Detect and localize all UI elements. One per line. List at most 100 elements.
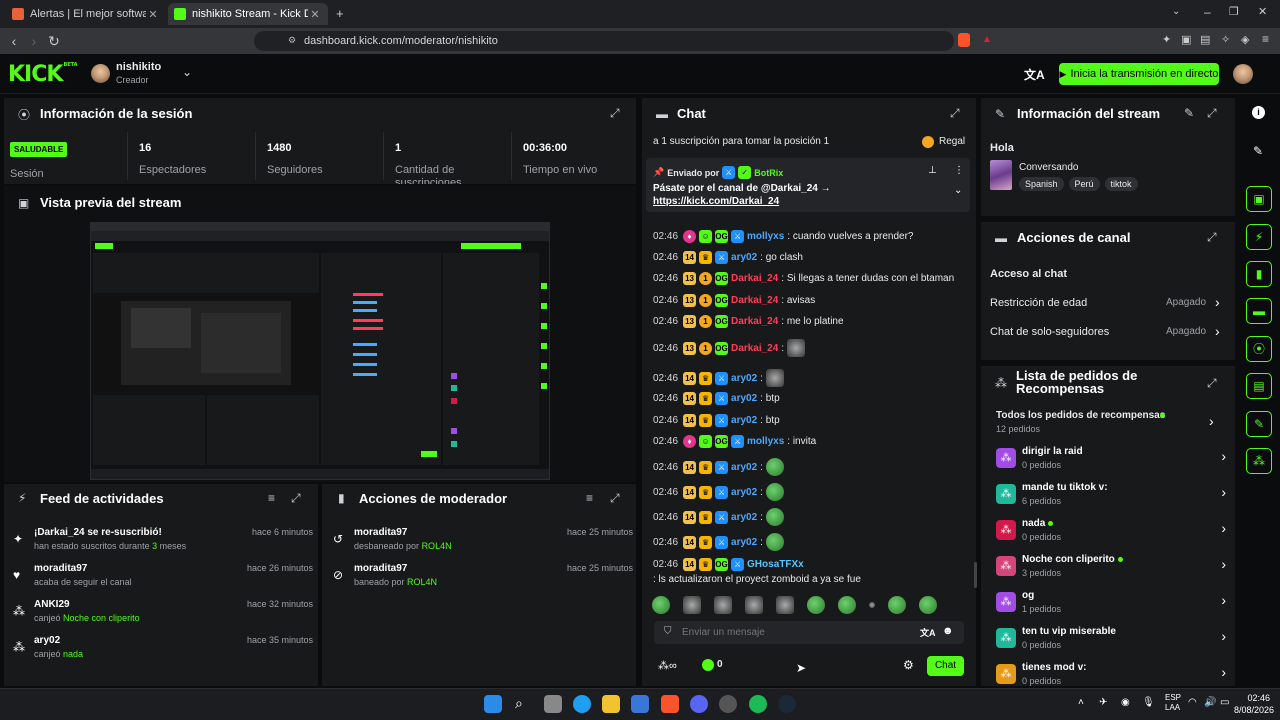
- emoji-icon[interactable]: ☻: [942, 625, 954, 637]
- stream-category[interactable]: Conversando: [1019, 162, 1078, 173]
- chevron-right-icon[interactable]: ›: [1221, 592, 1226, 608]
- followers-only-value[interactable]: Apagado: [1166, 326, 1206, 337]
- chat-username[interactable]: ary02: [731, 487, 757, 498]
- chevron-right-icon[interactable]: ›: [1221, 520, 1226, 536]
- popout-icon[interactable]: ⤢: [1207, 106, 1217, 121]
- emote-icon[interactable]: [919, 596, 937, 614]
- back-icon[interactable]: ‹: [4, 33, 24, 49]
- reward-item[interactable]: ⁂ mande tu tiktok v: 6 pedidos ›: [996, 482, 1226, 516]
- emote-icon[interactable]: [776, 596, 794, 614]
- close-tab-icon[interactable]: ✕: [146, 8, 160, 21]
- close-window-icon[interactable]: ✕: [1258, 5, 1267, 18]
- sidebar-rewards-icon[interactable]: ⁂: [1246, 448, 1272, 474]
- sidebar-broadcast-icon[interactable]: ⦿: [1246, 336, 1272, 362]
- reward-item[interactable]: ⁂ ten tu vip miserable 0 pedidos ›: [996, 626, 1226, 660]
- popout-icon[interactable]: ⤢: [950, 106, 960, 121]
- chat-username[interactable]: ary02: [731, 393, 757, 404]
- channel-points-icon[interactable]: ⁂∞: [658, 659, 677, 672]
- chat-username[interactable]: ary02: [731, 537, 757, 548]
- maximize-icon[interactable]: ❐: [1229, 5, 1239, 18]
- translate-icon[interactable]: 文A: [920, 626, 936, 639]
- info-icon[interactable]: i: [1252, 106, 1265, 119]
- chat-username[interactable]: Darkai_24: [731, 343, 778, 354]
- spotify-icon[interactable]: [749, 695, 767, 713]
- address-input[interactable]: dashboard.kick.com/moderator/nishikito: [254, 31, 954, 51]
- chat-username[interactable]: Darkai_24: [731, 295, 778, 306]
- filter-icon[interactable]: ≡: [586, 491, 593, 505]
- send-chat-button[interactable]: Chat: [927, 656, 964, 676]
- tray-chevron-icon[interactable]: ˄: [1078, 697, 1084, 708]
- reward-item[interactable]: ⁂ Noche con cliperito 3 pedidos ›: [996, 554, 1226, 588]
- chat-username[interactable]: ary02: [731, 415, 757, 426]
- emote-icon[interactable]: [652, 596, 670, 614]
- unpin-icon[interactable]: ⊥: [928, 165, 937, 176]
- leo-icon[interactable]: ✧: [1221, 33, 1230, 46]
- chat-scrollbar[interactable]: [974, 562, 977, 588]
- gift-button[interactable]: Regal: [939, 136, 965, 147]
- tag[interactable]: Spanish: [1019, 177, 1064, 191]
- sidebar-wrench-icon[interactable]: ✎: [1246, 411, 1272, 437]
- tab-search-icon[interactable]: ⌄: [1172, 6, 1180, 17]
- tag[interactable]: Perú: [1068, 177, 1100, 191]
- popout-icon[interactable]: ⤢: [610, 106, 620, 121]
- browser-tab-alertas[interactable]: Alertas | El mejor software para potenci…: [6, 3, 166, 25]
- brave-shield-icon[interactable]: [958, 33, 970, 47]
- menu-icon[interactable]: ≡: [1262, 32, 1269, 46]
- filter-icon[interactable]: ≡: [268, 491, 275, 505]
- chevron-right-icon[interactable]: ›: [1221, 664, 1226, 680]
- reward-item[interactable]: ⁂ dirigir la raid 0 pedidos ›: [996, 446, 1226, 480]
- chat-username[interactable]: GHosaTFXx: [747, 559, 804, 570]
- chevron-right-icon[interactable]: ›: [1221, 628, 1226, 644]
- profile-avatar[interactable]: [1233, 64, 1253, 84]
- close-tab-icon[interactable]: ✕: [308, 8, 322, 21]
- store-icon[interactable]: [631, 695, 649, 713]
- steam-icon[interactable]: [778, 695, 796, 713]
- brave-icon[interactable]: [661, 695, 679, 713]
- edge-icon[interactable]: [573, 695, 591, 713]
- chat-username[interactable]: ary02: [731, 252, 757, 263]
- edit-icon[interactable]: ✎: [1184, 106, 1194, 120]
- chat-username[interactable]: mollyxs: [747, 231, 784, 242]
- chat-username[interactable]: mollyxs: [747, 436, 784, 447]
- minimize-icon[interactable]: –: [1204, 5, 1211, 19]
- kick-logo[interactable]: KICKBETA: [8, 62, 78, 87]
- tag[interactable]: tiktok: [1104, 177, 1138, 191]
- more-options-icon[interactable]: ⋮: [954, 165, 964, 176]
- volume-icon[interactable]: 🔊: [1204, 697, 1216, 708]
- popout-icon[interactable]: ⤢: [1207, 376, 1217, 391]
- chevron-right-icon[interactable]: ›: [1221, 484, 1226, 500]
- brave-rewards-icon[interactable]: ▲: [982, 34, 992, 45]
- vpn-icon[interactable]: ◈: [1241, 33, 1249, 46]
- chevron-right-icon[interactable]: ›: [1215, 323, 1220, 339]
- chevron-down-icon[interactable]: ⌄: [182, 65, 192, 79]
- sidebar-chat-icon[interactable]: ▬: [1246, 298, 1272, 324]
- new-tab-icon[interactable]: +: [336, 6, 344, 21]
- tray-discord-icon[interactable]: ◉: [1121, 697, 1130, 708]
- edit-icon[interactable]: ✎: [1253, 144, 1263, 158]
- emote-icon[interactable]: [869, 602, 875, 608]
- translate-icon[interactable]: 文A: [1024, 66, 1045, 83]
- wallet-icon[interactable]: ▤: [1200, 33, 1210, 46]
- emote-icon[interactable]: [807, 596, 825, 614]
- sidebar-tool-icon[interactable]: ▣: [1246, 186, 1272, 212]
- start-stream-button[interactable]: ▶ Inicia la transmisión en directo: [1059, 63, 1219, 85]
- language-indicator[interactable]: ESP LAA: [1165, 693, 1181, 713]
- browser-tab-kick[interactable]: nishikito Stream - Kick Dashboard ✕: [168, 3, 328, 25]
- sidebar-bolt-icon[interactable]: ⚡: [1246, 224, 1272, 250]
- wifi-icon[interactable]: ◠: [1188, 697, 1197, 708]
- emote-icon[interactable]: [714, 596, 732, 614]
- user-avatar[interactable]: [91, 64, 110, 83]
- chat-username[interactable]: Darkai_24: [731, 273, 778, 284]
- battery-icon[interactable]: ▭: [1220, 697, 1229, 708]
- chevron-right-icon[interactable]: ›: [1209, 413, 1214, 429]
- sidebar-channel-icon[interactable]: ▤: [1246, 373, 1272, 399]
- microphone-icon[interactable]: 🎙: [1142, 697, 1155, 708]
- chevron-right-icon[interactable]: ›: [1221, 448, 1226, 464]
- chevron-right-icon[interactable]: ›: [1221, 556, 1226, 572]
- expand-icon[interactable]: ⌄: [954, 185, 962, 196]
- pinned-link[interactable]: https://kick.com/Darkai_24: [653, 196, 779, 207]
- sidebar-document-icon[interactable]: ▮: [1246, 261, 1272, 287]
- popout-icon[interactable]: ⤢: [610, 491, 620, 506]
- chat-username[interactable]: ary02: [731, 462, 757, 473]
- search-icon[interactable]: ⌕: [515, 695, 523, 712]
